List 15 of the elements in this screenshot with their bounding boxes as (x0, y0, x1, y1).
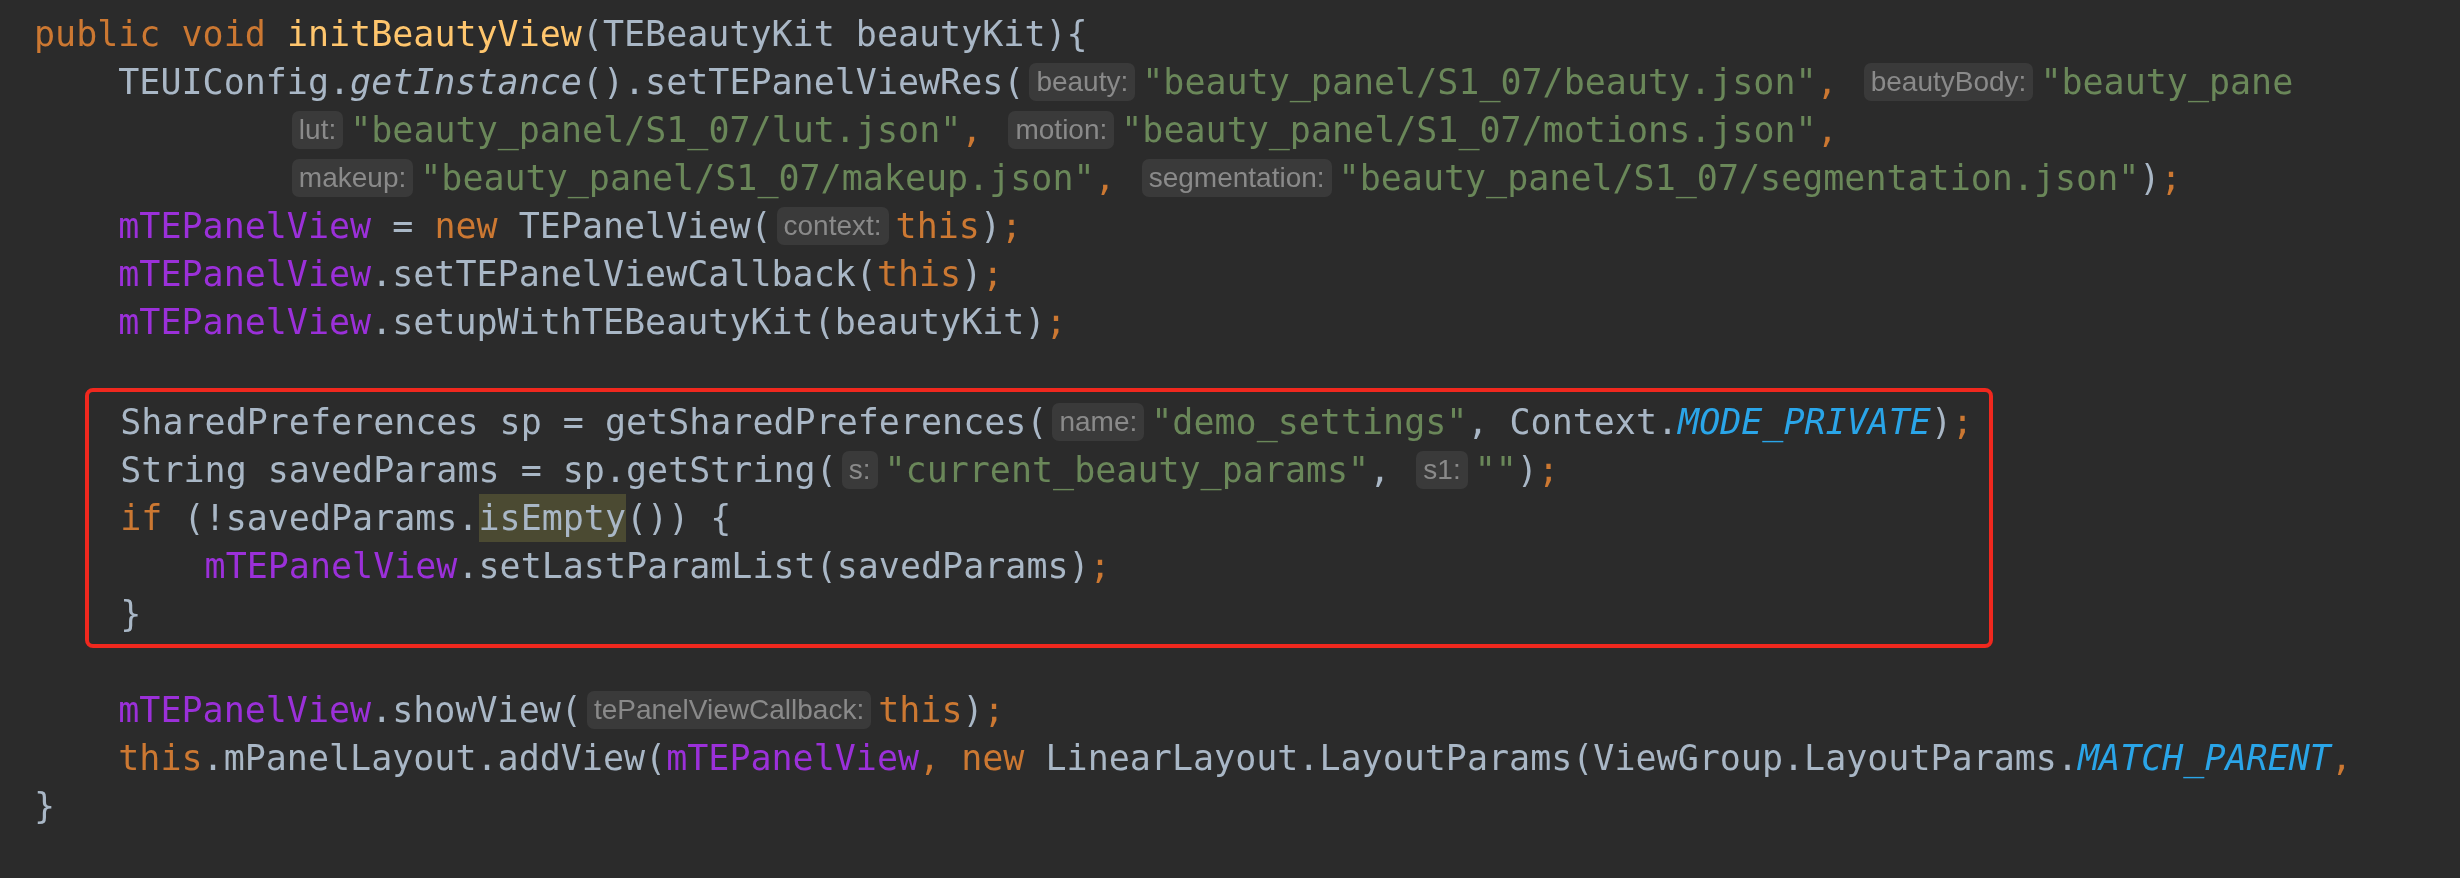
code-line: mTEPanelView = new TEPanelView( context: this); (118, 205, 1024, 248)
code-line: lut: "beauty_panel/S1_07/lut.json", motion: "beauty_panel/S1_07/motions.json", (286, 106, 2460, 154)
code-line: public void initBeautyView(TEBeautyKit beautyKit){ (34, 13, 1089, 56)
code-line: mTEPanelView.setTEPanelViewCallback(this); (118, 253, 1005, 296)
code-line: mTEPanelView.showView( tePanelViewCallback: this); (118, 689, 1006, 732)
code-line: TEUIConfig.getInstance().setTEPanelViewRes( beauty: "beauty_panel/S1_07/beauty.json", beautyBody: "beauty_pane (118, 61, 2295, 105)
code-line: } (120, 593, 143, 636)
code-line: mTEPanelView.setLastParamList(savedParams); (204, 545, 1112, 588)
code-line: mTEPanelView.setupWithTEBeautyKit(beautyKit); (118, 301, 1068, 344)
code-line: this.mPanelLayout.addView(mTEPanelView, new LinearLayout.LayoutParams(ViewGroup.LayoutParams.MATCH_PARENT, (118, 737, 2353, 781)
code-line: } (34, 785, 57, 828)
code-line: makeup: "beauty_panel/S1_07/makeup.json", segmentation: "beauty_panel/S1_07/segmentation.json"); (286, 154, 2460, 202)
code-line: String savedParams = sp.getString( s: "current_beauty_params", s1: ""); (120, 449, 1560, 493)
code-line: SharedPreferences sp = getSharedPreferences( name: "demo_settings", Context.MODE_PRIVATE); (120, 401, 1974, 445)
code-line: if (!savedParams.isEmpty()) { (120, 494, 1974, 542)
